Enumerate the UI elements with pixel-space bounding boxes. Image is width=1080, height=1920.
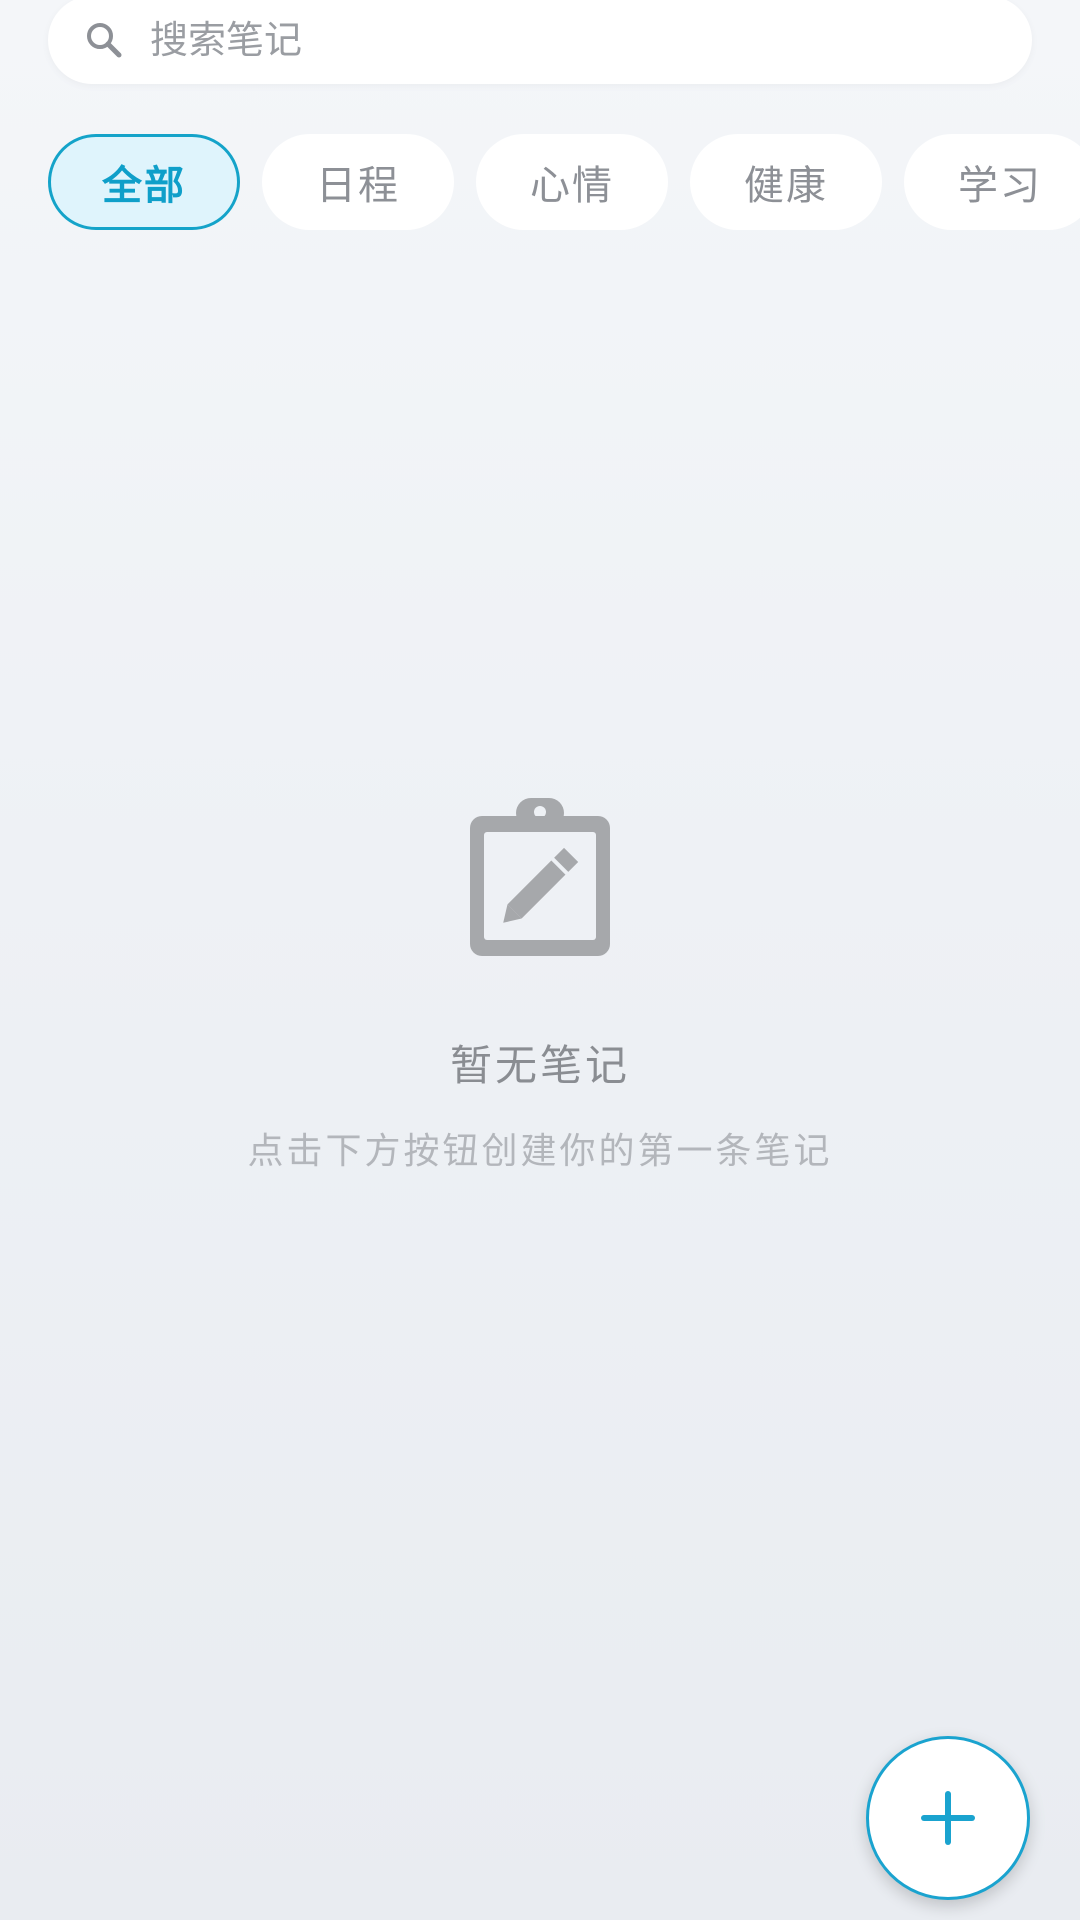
- search-bar[interactable]: [48, 0, 1032, 84]
- empty-state-subtitle: 点击下方按钮创建你的第一条笔记: [247, 1131, 833, 1172]
- category-tab-all[interactable]: 全部: [48, 134, 240, 230]
- clipboard-edit-icon: [466, 796, 614, 960]
- add-note-button[interactable]: [866, 1736, 1030, 1900]
- empty-state-title: 暂无笔记: [449, 1041, 630, 1090]
- plus-icon: [920, 1790, 976, 1846]
- category-tab-study[interactable]: 学习: [904, 134, 1080, 230]
- category-tab-mood[interactable]: 心情: [476, 134, 668, 230]
- category-tab-schedule[interactable]: 日程: [262, 134, 454, 230]
- search-icon: [84, 20, 124, 60]
- search-input[interactable]: [148, 9, 972, 71]
- category-tab-health[interactable]: 健康: [690, 134, 882, 230]
- category-tabs: 全部 日程 心情 健康 学习: [48, 134, 1080, 232]
